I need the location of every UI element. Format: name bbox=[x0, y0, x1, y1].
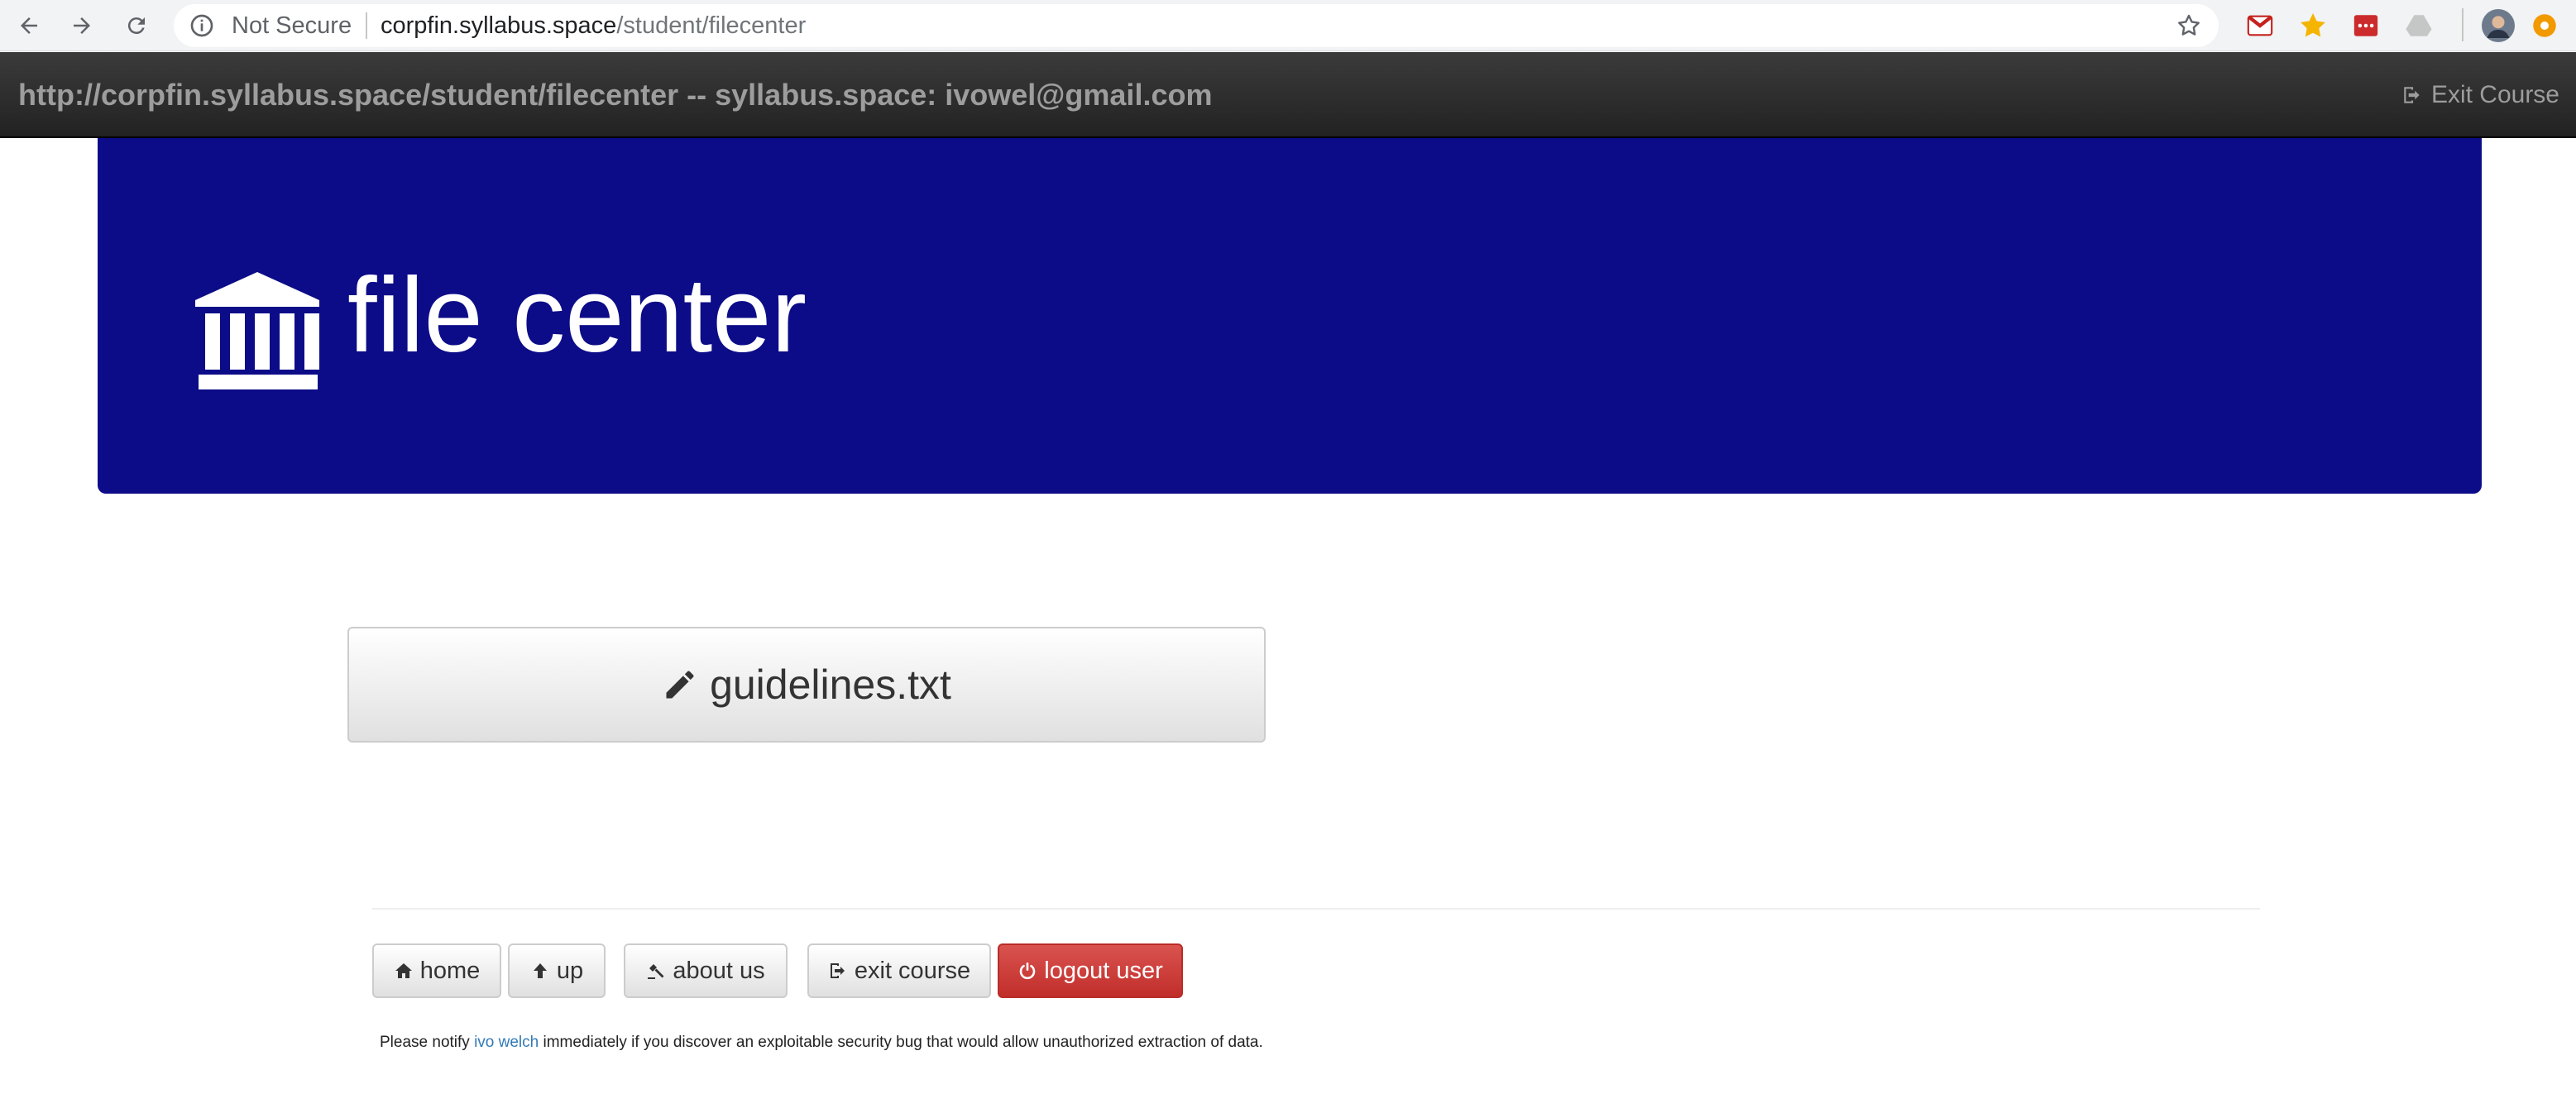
notice-text-after: immediately if you discover an exploitab… bbox=[539, 1034, 1263, 1051]
notification-extension-icon[interactable] bbox=[2528, 9, 2561, 42]
toolbar-divider bbox=[2462, 8, 2463, 41]
info-icon[interactable] bbox=[189, 12, 215, 39]
url-text[interactable]: corpfin.syllabus.space/student/filecente… bbox=[381, 4, 806, 47]
bookmark-star-icon[interactable] bbox=[2176, 12, 2202, 39]
lastpass-extension-icon[interactable] bbox=[2349, 9, 2382, 42]
logout-user-label: logout user bbox=[1044, 957, 1163, 984]
home-button[interactable]: home bbox=[372, 943, 501, 998]
navbar-title[interactable]: http://corpfin.syllabus.space/student/fi… bbox=[18, 52, 1212, 138]
url-path: /student/filecenter bbox=[616, 12, 807, 39]
security-notice: Please notify ivo welch immediately if y… bbox=[380, 1034, 1263, 1052]
about-us-button[interactable]: about us bbox=[624, 943, 788, 998]
browser-toolbar: Not Secure corpfin.syllabus.space/studen… bbox=[0, 0, 2576, 51]
about-us-label: about us bbox=[673, 957, 765, 984]
up-label: up bbox=[556, 957, 584, 984]
home-label: home bbox=[419, 957, 481, 984]
logout-user-button[interactable]: logout user bbox=[998, 943, 1183, 998]
address-bar[interactable]: Not Secure corpfin.syllabus.space/studen… bbox=[174, 4, 2219, 47]
back-arrow-icon bbox=[21, 17, 37, 34]
forward-button[interactable] bbox=[63, 7, 101, 45]
file-name: guidelines.txt bbox=[710, 662, 951, 708]
file-button-guidelines[interactable]: guidelines.txt bbox=[347, 627, 1266, 743]
exit-course-label: Exit Course bbox=[2430, 81, 2559, 108]
power-icon bbox=[1020, 963, 1036, 980]
up-button[interactable]: up bbox=[508, 943, 606, 998]
exit-course-button[interactable]: exit course bbox=[807, 943, 991, 998]
home-icon bbox=[395, 963, 412, 978]
reload-icon bbox=[127, 17, 145, 35]
footer-divider bbox=[372, 908, 2260, 910]
hero-banner: file center bbox=[98, 138, 2482, 494]
logout-icon bbox=[2404, 87, 2420, 103]
favorites-star-extension-icon[interactable] bbox=[2296, 9, 2329, 42]
pencil-icon bbox=[666, 671, 694, 699]
gavel-icon bbox=[648, 964, 664, 979]
back-button[interactable] bbox=[10, 7, 48, 45]
forward-arrow-icon bbox=[74, 17, 90, 34]
ivo-welch-link[interactable]: ivo welch bbox=[474, 1034, 539, 1051]
drive-extension-icon[interactable] bbox=[2402, 9, 2435, 42]
profile-avatar[interactable] bbox=[2482, 9, 2515, 42]
arrow-up-icon bbox=[533, 963, 547, 978]
gmail-extension-icon[interactable] bbox=[2243, 9, 2277, 42]
notice-text-before: Please notify bbox=[380, 1034, 475, 1051]
security-label: Not Secure bbox=[232, 12, 352, 39]
site-navbar: http://corpfin.syllabus.space/student/fi… bbox=[0, 52, 2576, 138]
institution-icon bbox=[195, 272, 319, 389]
logout-icon bbox=[830, 963, 845, 978]
exit-course-button-label: exit course bbox=[854, 957, 971, 984]
url-domain: corpfin.syllabus.space bbox=[381, 12, 617, 39]
page-title: file center bbox=[347, 256, 807, 375]
reload-button[interactable] bbox=[117, 7, 156, 45]
exit-course-link[interactable]: Exit Course bbox=[2401, 52, 2559, 138]
address-divider bbox=[366, 12, 367, 39]
